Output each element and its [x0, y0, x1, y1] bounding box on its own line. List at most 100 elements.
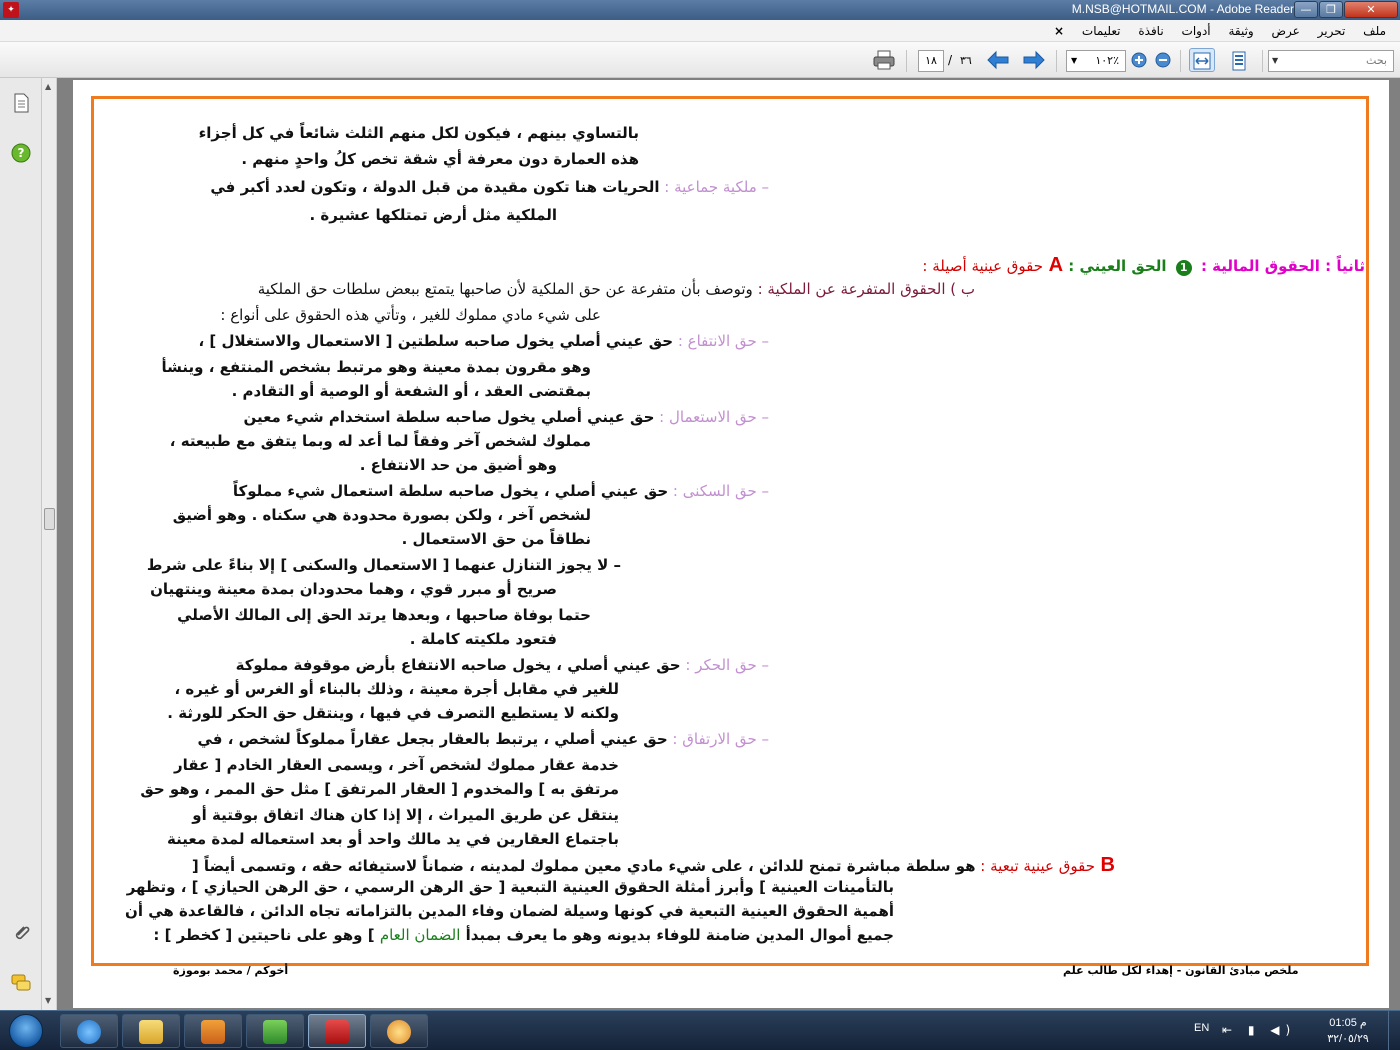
menu-edit[interactable]: تحرير	[1318, 20, 1346, 42]
document-line: على شيء مادي مملوك للغير ، وتأتي هذه الح…	[220, 306, 601, 324]
svg-text:?: ?	[18, 146, 25, 160]
next-page-button[interactable]	[1020, 48, 1048, 72]
menu-view[interactable]: عرض	[1272, 20, 1300, 42]
text-segment: بالتساوي بينهم ، فيكون لكل منهم الثلث شا…	[198, 124, 639, 142]
text-segment: باجتماع العقارين في يد مالك واحد أو بعد …	[167, 830, 619, 848]
attachments-button[interactable]	[10, 922, 32, 944]
fit-width-button[interactable]	[1189, 48, 1215, 72]
comments-button[interactable]	[10, 972, 32, 994]
text-segment: بالتأمينات العينية ] وأبرز أمثلة الحقوق …	[126, 878, 894, 896]
previous-page-button[interactable]	[984, 48, 1012, 72]
menu-document[interactable]: وثيقة	[1228, 20, 1253, 42]
document-line: خدمة عقار مملوك لشخص آخر ، ويسمى العقار …	[174, 756, 619, 774]
adobe-reader-icon	[325, 1020, 349, 1044]
zoom-out-button[interactable]	[1152, 48, 1174, 72]
text-segment: هذه العمارة دون معرفة أي شقة تخص كلُ واح…	[241, 150, 639, 168]
document-line: هذه العمارة دون معرفة أي شقة تخص كلُ واح…	[241, 150, 639, 168]
arrow-left-icon	[987, 50, 1009, 70]
clock[interactable]: 01:05 م ٣٢/٠٥/٢٩	[1322, 1015, 1374, 1047]
text-segment: – ملكية جماعية :	[659, 178, 769, 196]
folder-icon	[139, 1020, 163, 1044]
search-placeholder: بحث	[1366, 54, 1387, 67]
footer-author: أخوكم / محمد بوموزة	[173, 964, 289, 977]
toolbar-separator	[1056, 50, 1057, 72]
window-title: M.NSB@HOTMAIL.COM - Adobe Reader	[1071, 2, 1294, 16]
menu-window[interactable]: نافذة	[1138, 20, 1163, 42]
scroll-up-icon[interactable]: ▲	[45, 82, 51, 91]
language-indicator[interactable]: EN	[1194, 1022, 1209, 1034]
document-line: ولكنه لا يستطيع التصرف في فيها ، وينتقل …	[167, 704, 619, 722]
text-segment: لشخص آخر ، ولكن بصورة محدودة هي سكناه . …	[172, 506, 591, 524]
zoom-level-select[interactable]: ١٠٢٪ ▼	[1066, 50, 1126, 72]
fit-width-icon	[1193, 52, 1211, 70]
text-segment: وهو مقرون بمدة معينة وهو مرتبط بشخص المن…	[161, 358, 592, 376]
scrollbar-thumb[interactable]	[44, 508, 55, 530]
restore-button[interactable]: ❐	[1319, 1, 1343, 18]
document-line: وهو مقرون بمدة معينة وهو مرتبط بشخص المن…	[162, 358, 592, 376]
scroll-down-icon[interactable]: ▼	[45, 996, 51, 1005]
toolbar-separator	[1180, 50, 1181, 72]
show-desktop-button[interactable]	[1388, 1011, 1400, 1050]
text-segment: ب ) الحقوق المتفرعة عن الملكية :	[752, 280, 975, 298]
text-segment: ثانياً : الحقوق المالية :	[1195, 257, 1365, 275]
internet-explorer-icon	[77, 1020, 101, 1044]
menu-tools[interactable]: أدوات	[1182, 20, 1211, 42]
fit-page-icon	[1232, 51, 1246, 71]
document-line: نطاقاً من حق الاستعمال .	[402, 530, 591, 548]
text-segment: الحريات هنا تكون مقيدة من قبل الدولة ، و…	[210, 178, 660, 196]
taskbar: EN ⇤ ▮ ◀) 01:05 م ٣٢/٠٥/٢٩	[0, 1010, 1400, 1050]
text-segment: – حق الانتفاع :	[673, 332, 769, 350]
text-segment: – حق الاستعمال :	[654, 408, 769, 426]
clock-time: 01:05 م	[1329, 1017, 1367, 1029]
text-segment: جميع أموال المدين ضامنة للوفاء بديونه وه…	[460, 926, 894, 944]
text-segment: حتما بوفاة صاحبها ، وبعدها يرتد الحق إلى…	[177, 606, 591, 624]
text-segment: فتعود ملكيته كاملة .	[409, 630, 557, 648]
zoom-in-button[interactable]	[1128, 48, 1150, 72]
document-area: بالتساوي بينهم ، فيكون لكل منهم الثلث شا…	[57, 78, 1400, 1010]
taskbar-file-explorer[interactable]	[122, 1014, 180, 1048]
text-segment: الضمان العام	[379, 926, 461, 944]
taskbar-media-player[interactable]	[184, 1014, 242, 1048]
document-line: جميع أموال المدين ضامنة للوفاء بديونه وه…	[153, 926, 894, 944]
taskbar-internet-explorer[interactable]	[60, 1014, 118, 1048]
text-segment: – حق السكنى :	[668, 482, 769, 500]
document-line: B حقوق عينية تبعية : هو سلطة مباشرة تمنح…	[192, 854, 1115, 877]
help-button[interactable]: ?	[10, 142, 32, 164]
menu-help[interactable]: تعليمات	[1082, 20, 1121, 42]
toolbar-separator	[906, 50, 907, 72]
page-number-input[interactable]: ١٨	[918, 50, 944, 72]
search-dropdown-icon[interactable]: ▼	[1272, 56, 1278, 65]
navigation-pane: ?	[0, 78, 42, 1010]
system-tray-icons[interactable]: ⇤ ▮ ◀)	[1222, 1023, 1296, 1037]
close-document-button[interactable]: ×	[1054, 20, 1064, 42]
media-player-icon	[201, 1020, 225, 1044]
taskbar-messenger[interactable]	[246, 1014, 304, 1048]
print-button[interactable]	[870, 48, 898, 72]
document-line: – ملكية جماعية : الحريات هنا تكون مقيدة …	[210, 178, 769, 196]
help-icon: ?	[11, 143, 31, 163]
document-line: بمقتضى العقد ، أو الشفعة أو الوصية أو ال…	[232, 382, 591, 400]
vertical-scrollbar[interactable]: ▲ ▼	[42, 78, 57, 1010]
title-bar: ✦ M.NSB@HOTMAIL.COM - Adobe Reader — ❐ ✕	[0, 0, 1400, 20]
arrow-right-icon	[1023, 50, 1045, 70]
search-input[interactable]: بحث ▼	[1268, 50, 1394, 72]
text-segment: B	[1094, 854, 1115, 876]
text-segment: أهمية الحقوق العينية التبعية في كونها وس…	[125, 902, 894, 920]
document-line: الملكية مثل أرض تمتلكها عشيرة .	[310, 206, 557, 224]
zoom-dropdown-icon[interactable]: ▼	[1071, 56, 1077, 65]
text-segment: ولكنه لا يستطيع التصرف في فيها ، وينتقل …	[167, 704, 619, 722]
document-line: حتما بوفاة صاحبها ، وبعدها يرتد الحق إلى…	[177, 606, 591, 624]
taskbar-paint[interactable]	[370, 1014, 428, 1048]
adobe-reader-icon[interactable]: ✦	[3, 2, 19, 18]
taskbar-adobe-reader[interactable]	[308, 1014, 366, 1048]
document-line: بالتساوي بينهم ، فيكون لكل منهم الثلث شا…	[199, 124, 639, 142]
document-line: مرتفق به ] والمخدوم [ العقار المرتفق ] م…	[140, 780, 619, 798]
menu-file[interactable]: ملف	[1363, 20, 1386, 42]
printer-icon	[873, 50, 895, 70]
close-window-button[interactable]: ✕	[1344, 1, 1398, 18]
start-button[interactable]	[2, 1012, 52, 1050]
fit-page-button[interactable]	[1226, 48, 1252, 72]
document-line: – حق الاستعمال : حق عيني أصلي يخول صاحبه…	[243, 408, 769, 426]
minimize-button[interactable]: —	[1294, 1, 1318, 18]
pages-panel-button[interactable]	[10, 92, 32, 114]
